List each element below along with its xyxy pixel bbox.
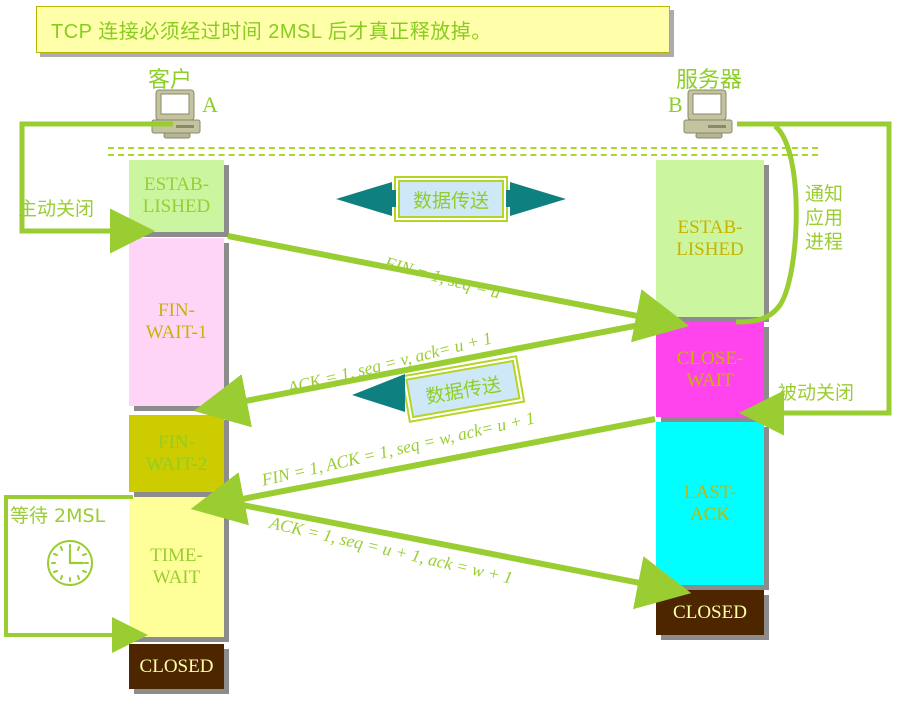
active-close-label: 主动关闭 xyxy=(18,198,95,220)
message-label-1: FIN = 1, seq = u xyxy=(382,252,503,303)
data-transfer-chip-2: 数据传送 xyxy=(403,356,523,422)
data-transfer-label: 数据传送 xyxy=(423,373,503,408)
state-line2: WAIT-1 xyxy=(145,322,208,343)
server-state-close-wait: CLOSE- WAIT xyxy=(656,322,764,417)
state-line1: FIN- xyxy=(158,431,195,453)
dashed-separator-bottom xyxy=(108,154,818,156)
state-line2: LISHED xyxy=(676,238,744,260)
state-line1: TIME- xyxy=(150,545,203,567)
client-state-time-wait: TIME- WAIT xyxy=(129,497,224,637)
state-line2: WAIT xyxy=(152,567,201,588)
state-line1: CLOSE- xyxy=(676,347,744,369)
top-banner-text: TCP 连接必须经过时间 2MSL 后才真正释放掉。 xyxy=(51,21,492,43)
data-transfer-label: 数据传送 xyxy=(412,189,489,212)
notify-app-line-2: 应用 xyxy=(805,206,844,229)
clock-icon xyxy=(44,537,96,589)
client-computer-icon xyxy=(148,88,208,143)
notify-app-line-3: 进程 xyxy=(805,230,844,253)
state-line2: WAIT-2 xyxy=(145,453,208,475)
passive-close-label: 被动关闭 xyxy=(778,382,855,404)
state-line1: LAST- xyxy=(683,481,737,503)
message-label-4: ACK = 1, seq = u + 1, ack = w + 1 xyxy=(267,512,515,588)
client-state-fin-wait-2: FIN- WAIT-2 xyxy=(129,415,224,492)
state-line1: CLOSED xyxy=(673,601,747,623)
notify-app-line-1: 通知 xyxy=(805,183,844,205)
client-state-closed: CLOSED xyxy=(129,644,224,689)
state-line1: CLOSED xyxy=(139,655,214,677)
top-banner: TCP 连接必须经过时间 2MSL 后才真正释放掉。 xyxy=(36,6,670,53)
client-state-established: ESTAB- LISHED xyxy=(129,160,224,232)
dashed-separator-top xyxy=(108,147,818,149)
state-line2: ACK xyxy=(689,503,731,525)
state-line2: LISHED xyxy=(142,196,211,217)
server-state-last-ack: LAST- ACK xyxy=(656,422,764,585)
message-label-3: FIN = 1, ACK = 1, seq = w, ack= u + 1 xyxy=(259,407,537,490)
wait-2msl-label: 等待 2MSL xyxy=(10,505,106,527)
server-computer-icon xyxy=(680,88,740,143)
state-line2: WAIT xyxy=(686,369,734,391)
data-transfer-chip-1: 数据传送 xyxy=(396,178,506,220)
state-line1: FIN- xyxy=(158,300,195,322)
notify-app-label: 通知 应用 进程 xyxy=(805,183,843,254)
state-line1: ESTAB- xyxy=(677,216,743,238)
client-state-fin-wait-1: FIN- WAIT-1 xyxy=(129,238,224,406)
state-line1: ESTAB- xyxy=(144,174,209,196)
server-state-closed: CLOSED xyxy=(656,590,764,635)
server-state-established: ESTAB- LISHED xyxy=(656,160,764,317)
